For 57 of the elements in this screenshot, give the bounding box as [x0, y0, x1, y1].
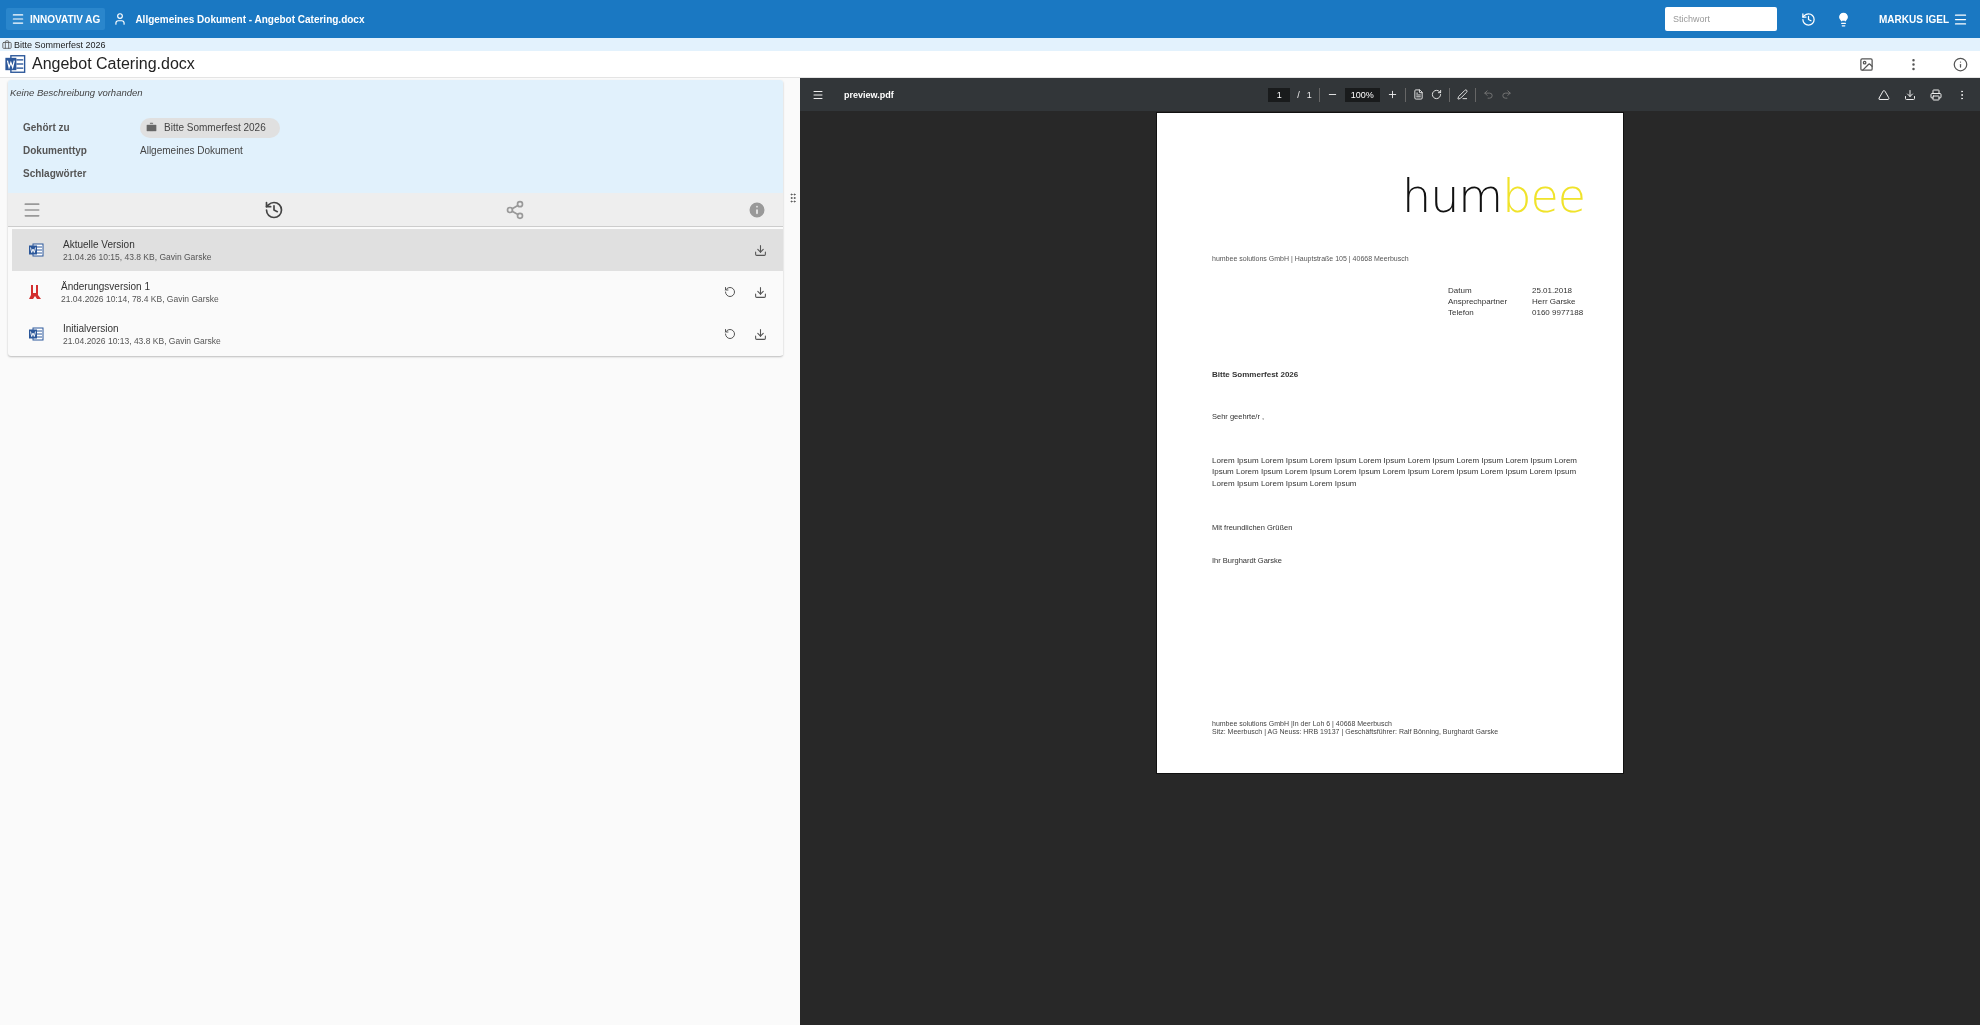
company-logo: humbee: [1402, 173, 1585, 219]
version-meta: 21.04.26 10:15, 43.8 KB, Gavin Garske: [63, 251, 213, 262]
rotate-button[interactable]: [1430, 89, 1442, 100]
lightbulb-icon: [1836, 11, 1851, 27]
user-menu-button[interactable]: MARKUS IGEL: [1873, 11, 1974, 27]
menu-icon: [1953, 11, 1968, 27]
word-file-icon: [28, 326, 44, 342]
document-title: Angebot Catering.docx: [32, 55, 195, 73]
zoom-field[interactable]: 100%: [1344, 87, 1380, 102]
menu-icon: [11, 12, 25, 26]
search-field[interactable]: Stichwort: [1665, 7, 1777, 31]
download-button[interactable]: [754, 327, 767, 341]
info-label: Ansprechpartner: [1448, 296, 1509, 307]
restore-button[interactable]: [724, 286, 736, 298]
print-button[interactable]: [1930, 88, 1942, 101]
version-name: Änderungsversion 1: [61, 280, 151, 292]
project-chip[interactable]: Bitte Sommerfest 2026: [140, 117, 280, 138]
field-label: Dokumenttyp: [23, 145, 88, 156]
version-meta: 21.04.2026 10:13, 43.8 KB, Gavin Garske: [63, 335, 222, 346]
restore-button[interactable]: [724, 328, 736, 340]
field-value: Allgemeines Dokument: [140, 145, 243, 156]
briefcase-icon: [145, 121, 158, 134]
user-icon: [113, 12, 128, 26]
organization-button[interactable]: INNOVATIV AG: [6, 8, 106, 30]
chip-label: Bitte Sommerfest 2026: [164, 122, 266, 133]
page-count: 1: [1306, 89, 1312, 100]
annotate-button[interactable]: [1456, 89, 1468, 100]
pdf-file-icon: [28, 284, 42, 300]
version-row[interactable]: Aktuelle Version 21.04.26 10:15, 43.8 KB, Gavin Garske: [12, 229, 783, 271]
field-label: Schlagwörter: [23, 168, 88, 179]
file-name: preview.pdf: [844, 89, 894, 100]
letter-subject: Bitte Sommerfest 2026: [1212, 369, 1300, 380]
field-label: Gehört zu: [23, 122, 71, 133]
description-text: Keine Beschreibung vorhanden: [10, 87, 144, 98]
info-value: Herr Garske: [1532, 296, 1577, 307]
version-meta: 21.04.2026 10:14, 78.4 KB, Gavin Garske: [61, 293, 220, 304]
info-label: Telefon: [1448, 307, 1475, 318]
zoom-in-button[interactable]: [1386, 89, 1398, 100]
download-button[interactable]: [754, 243, 767, 257]
word-file-icon: [28, 242, 44, 258]
briefcase-icon: [2, 39, 12, 50]
download-button[interactable]: [754, 285, 767, 299]
breadcrumb-link[interactable]: Bitte Sommerfest 2026: [14, 39, 106, 50]
download-button[interactable]: [1904, 88, 1916, 101]
version-name: Aktuelle Version: [63, 238, 136, 250]
info-label: Datum: [1448, 285, 1473, 296]
info-value: 0160 9977188: [1532, 307, 1584, 318]
info-value: 25.01.2018: [1532, 285, 1574, 296]
fit-page-button[interactable]: [1412, 89, 1424, 100]
page-field[interactable]: 1: [1268, 87, 1291, 102]
drive-button[interactable]: [1878, 88, 1890, 101]
menu-button[interactable]: [812, 88, 824, 101]
resize-handle-icon[interactable]: [787, 192, 799, 204]
letter-body: Lorem Ipsum Lorem Ipsum Lorem Ipsum Lorem Ipsum Lorem Ipsum Lorem Ipsum Lorem Ipsum Lorem Ipsum Lorem Ipsum Lorem Ipsum Lorem Ipsum Lorem Ipsum Lorem Ipsum Lorem Ipsum Lorem Ipsum Lorem Ipsum Lorem Ipsum Lorem Ipsum: [1212, 455, 1579, 489]
version-name: Initialversion: [63, 322, 120, 334]
context-title: Allgemeines Dokument - Angebot Catering.docx: [135, 13, 365, 25]
page-separator: /: [1297, 89, 1300, 100]
